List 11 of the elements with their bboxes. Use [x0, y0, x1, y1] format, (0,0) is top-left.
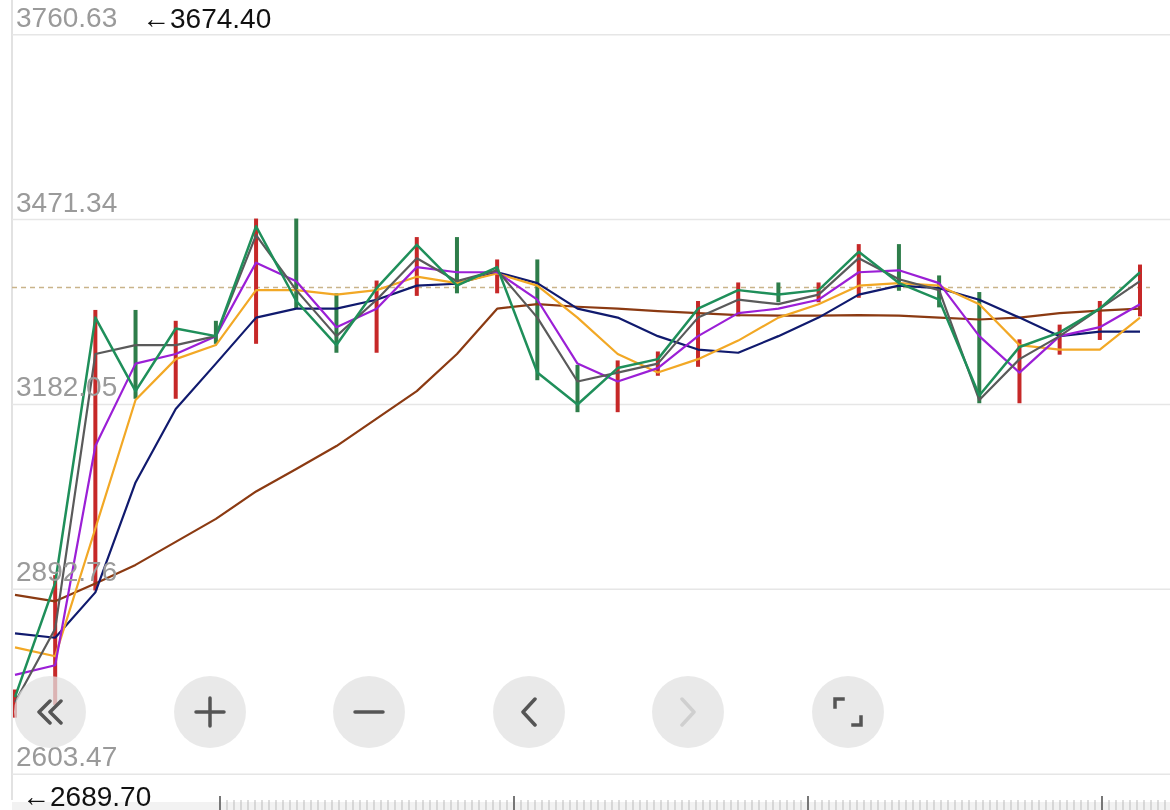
axis-tick-label: 3471.34 — [16, 186, 118, 218]
double-chevron-left-icon — [37, 699, 63, 725]
extreme-value-label: ←3674.40 — [142, 3, 272, 34]
minus-icon — [353, 710, 386, 714]
corner-brackets-icon — [832, 697, 863, 727]
plus-icon — [193, 696, 226, 728]
chevron-left-icon — [520, 697, 537, 727]
axis-tick-label: 2603.47 — [16, 741, 118, 773]
chevron-right-icon — [680, 697, 697, 727]
extreme-value-label: ←2689.70 — [22, 781, 152, 810]
axis-tick-label: 3760.63 — [16, 1, 118, 33]
